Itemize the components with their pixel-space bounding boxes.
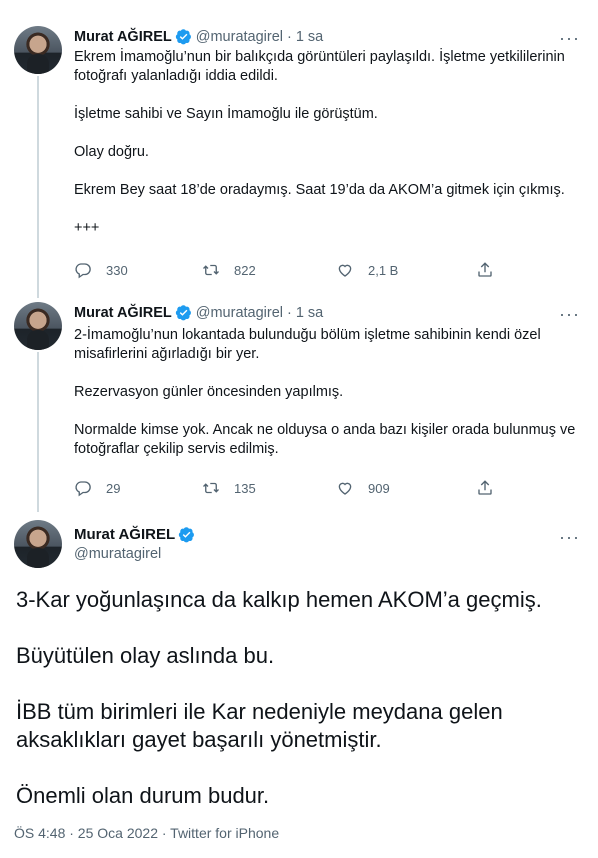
- tweet-paragraph: İşletme sahibi ve Sayın İmamoğlu ile gör…: [74, 106, 378, 122]
- tweet-paragraph: Olay doğru.: [74, 144, 149, 160]
- tweet-paragraph: Büyütülen olay aslında bu.: [16, 643, 275, 668]
- reply-button[interactable]: 29: [74, 479, 202, 497]
- thread-tweet-2[interactable]: Murat AĞIREL @muratagirel · 1 sa ··· 2-İ…: [0, 296, 598, 512]
- more-icon[interactable]: ···: [559, 528, 580, 546]
- retweet-button[interactable]: 135: [202, 479, 336, 497]
- tweet-header: Murat AĞIREL @muratagirel · 1 sa: [74, 28, 323, 45]
- tweet-paragraph: +++: [74, 220, 100, 236]
- tweet-text: 2-İmamoğlu’nun lokantada bulunduğu bölüm…: [74, 326, 584, 459]
- retweet-icon: [203, 264, 219, 276]
- tweet-time[interactable]: 1 sa: [296, 29, 323, 45]
- tweet-paragraph: Ekrem İmamoğlu’nun bir balıkçıda görüntü…: [74, 49, 565, 84]
- author-handle[interactable]: @muratagirel: [196, 305, 283, 321]
- tweet-paragraph: Rezervasyon günler öncesinden yapılmış.: [74, 384, 344, 400]
- author-handle[interactable]: @muratagirel: [74, 546, 161, 562]
- like-count: 2,1 B: [368, 262, 399, 278]
- tweet-text: Ekrem İmamoğlu’nun bir balıkçıda görüntü…: [74, 48, 584, 238]
- heart-icon: [338, 264, 352, 277]
- author-handle[interactable]: @muratagirel: [196, 29, 283, 45]
- tweet-header: Murat AĞIREL @muratagirel · 1 sa: [74, 304, 323, 321]
- tweet-paragraph: Normalde kimse yok. Ancak ne olduysa o a…: [74, 422, 576, 457]
- tweet-actions: 29 135 909: [74, 479, 514, 497]
- thread-line: [37, 76, 39, 298]
- separator: ·: [287, 304, 292, 321]
- separator: ·: [287, 28, 292, 45]
- verified-badge-icon: [175, 29, 191, 45]
- verified-badge-icon: [178, 527, 195, 543]
- reply-button[interactable]: 330: [74, 261, 202, 279]
- retweet-button[interactable]: 822: [202, 261, 336, 279]
- share-button[interactable]: [476, 261, 508, 279]
- share-button[interactable]: [476, 479, 508, 497]
- reply-icon: [75, 263, 91, 279]
- like-button[interactable]: 909: [336, 479, 476, 497]
- avatar[interactable]: [14, 302, 62, 350]
- like-button[interactable]: 2,1 B: [336, 261, 476, 279]
- heart-icon: [338, 482, 352, 495]
- tweet-meta[interactable]: ÖS 4:48 · 25 Oca 2022 · Twitter for iPho…: [14, 825, 279, 841]
- share-icon: [478, 480, 492, 495]
- retweet-count: 822: [234, 262, 256, 278]
- retweet-count: 135: [234, 480, 256, 496]
- tweet-paragraph: İBB tüm birimleri ile Kar nedeniyle meyd…: [16, 699, 503, 752]
- tweet-paragraph: 3-Kar yoğunlaşınca da kalkıp hemen AKOM’…: [16, 587, 542, 612]
- avatar[interactable]: [14, 26, 62, 74]
- tweet-text: 3-Kar yoğunlaşınca da kalkıp hemen AKOM’…: [16, 586, 586, 810]
- like-count: 909: [368, 480, 390, 496]
- tweet-actions: 330 822 2,1 B: [74, 261, 514, 279]
- retweet-icon: [203, 482, 219, 494]
- thread-line: [37, 352, 39, 512]
- reply-count: 330: [106, 262, 128, 278]
- author-name[interactable]: Murat AĞIREL: [74, 526, 175, 543]
- more-icon[interactable]: ···: [559, 29, 580, 47]
- author-name-row: Murat AĞIREL: [74, 526, 199, 543]
- tweet-paragraph: Ekrem Bey saat 18’de oradaymış. Saat 19’…: [74, 182, 565, 198]
- share-icon: [478, 262, 492, 277]
- thread-tweet-1[interactable]: Murat AĞIREL @muratagirel · 1 sa ··· Ekr…: [0, 0, 598, 298]
- author-name[interactable]: Murat AĞIREL: [74, 305, 172, 321]
- reply-icon: [75, 481, 91, 497]
- author-name[interactable]: Murat AĞIREL: [74, 29, 172, 45]
- avatar[interactable]: [14, 520, 62, 568]
- tweet-paragraph: Önemli olan durum budur.: [16, 783, 270, 808]
- more-icon[interactable]: ···: [559, 305, 580, 323]
- tweet-time[interactable]: 1 sa: [296, 305, 323, 321]
- tweet-paragraph: 2-İmamoğlu’nun lokantada bulunduğu bölüm…: [74, 327, 541, 362]
- verified-badge-icon: [175, 305, 191, 321]
- reply-count: 29: [106, 480, 121, 496]
